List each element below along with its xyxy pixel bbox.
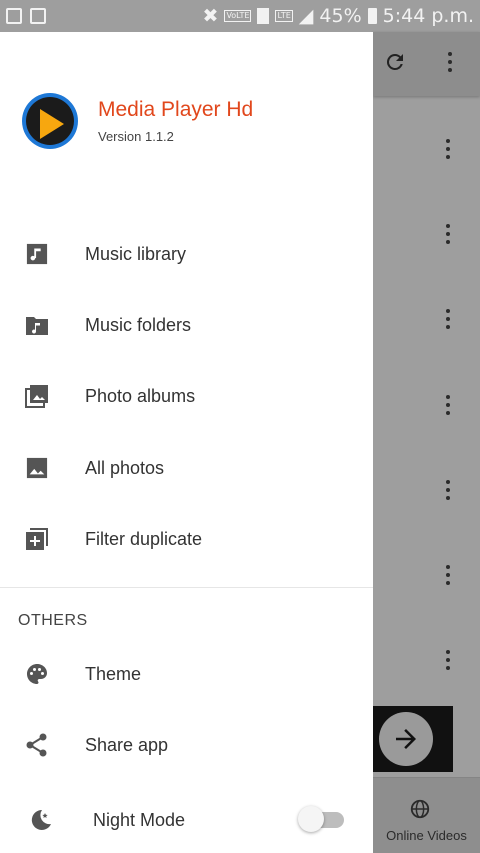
photo-icon: [24, 455, 50, 481]
photo-albums-icon: [24, 383, 50, 409]
battery-percent: 45%: [319, 5, 362, 27]
section-title-others: OTHERS: [18, 612, 88, 629]
row-menu-icon[interactable]: [445, 139, 451, 159]
background-app: Online Videos: [373, 32, 480, 853]
gallery-icon: [30, 8, 46, 24]
row-menu-icon[interactable]: [445, 395, 451, 415]
menu-item-label: Music library: [85, 243, 187, 264]
menu-item-music-folders[interactable]: Music folders: [0, 297, 373, 353]
app-version: Version 1.1.2: [98, 129, 174, 144]
volte-badge: VoLTE: [224, 10, 252, 22]
bottom-nav-label: Online Videos: [386, 828, 467, 843]
mute-icon: ✖: [202, 5, 219, 27]
divider: [0, 587, 373, 588]
menu-item-label: Night Mode: [93, 809, 186, 830]
menu-item-label: Theme: [85, 663, 142, 684]
sim-icon: [257, 8, 270, 24]
globe-icon: [410, 799, 430, 819]
row-menu-icon[interactable]: [445, 565, 451, 585]
filter-duplicate-icon: [24, 526, 50, 552]
menu-item-label: Photo albums: [85, 385, 196, 406]
navigation-drawer: Media Player Hd Version 1.1.2 Music libr…: [0, 32, 373, 853]
status-bar: ✖ VoLTE LTE ◢ 45% 5:44 p.m.: [0, 0, 480, 32]
menu-item-photo-albums[interactable]: Photo albums: [0, 368, 373, 424]
image-download-icon: [6, 8, 22, 24]
clock-time: 5:44 p.m.: [382, 5, 474, 27]
row-menu-icon[interactable]: [445, 480, 451, 500]
row-menu-icon[interactable]: [445, 650, 451, 670]
signal-icon: ◢: [298, 5, 314, 27]
palette-icon: [24, 661, 50, 687]
bottom-nav-online-videos[interactable]: Online Videos: [373, 777, 480, 853]
menu-item-theme[interactable]: Theme: [0, 646, 373, 702]
play-logo-icon: [40, 109, 64, 139]
menu-item-all-photos[interactable]: All photos: [0, 440, 373, 496]
night-mode-icon: [28, 807, 54, 833]
menu-item-label: All photos: [85, 457, 165, 478]
row-menu-icon[interactable]: [445, 224, 451, 244]
menu-item-share-app[interactable]: Share app: [0, 717, 373, 773]
menu-item-label: Filter duplicate: [85, 528, 203, 549]
arrow-right-icon: [379, 712, 433, 766]
refresh-icon[interactable]: [383, 50, 407, 74]
share-icon: [24, 732, 50, 758]
menu-item-filter-duplicate[interactable]: Filter duplicate: [0, 511, 373, 567]
next-fab[interactable]: [373, 706, 453, 772]
menu-item-music-library[interactable]: Music library: [0, 226, 373, 282]
music-folder-icon: [24, 312, 50, 338]
lte-badge: LTE: [275, 10, 293, 22]
toggle-thumb: [298, 806, 324, 832]
music-note-icon: [24, 241, 50, 267]
menu-item-label: Music folders: [85, 314, 192, 335]
battery-icon: [367, 8, 377, 24]
app-logo: [22, 93, 78, 149]
row-menu-icon[interactable]: [445, 309, 451, 329]
overflow-menu-icon[interactable]: [447, 52, 453, 72]
background-toolbar: [373, 32, 480, 96]
menu-item-label: Share app: [85, 734, 169, 755]
night-mode-toggle[interactable]: [298, 806, 346, 832]
app-title: Media Player Hd: [98, 98, 254, 121]
